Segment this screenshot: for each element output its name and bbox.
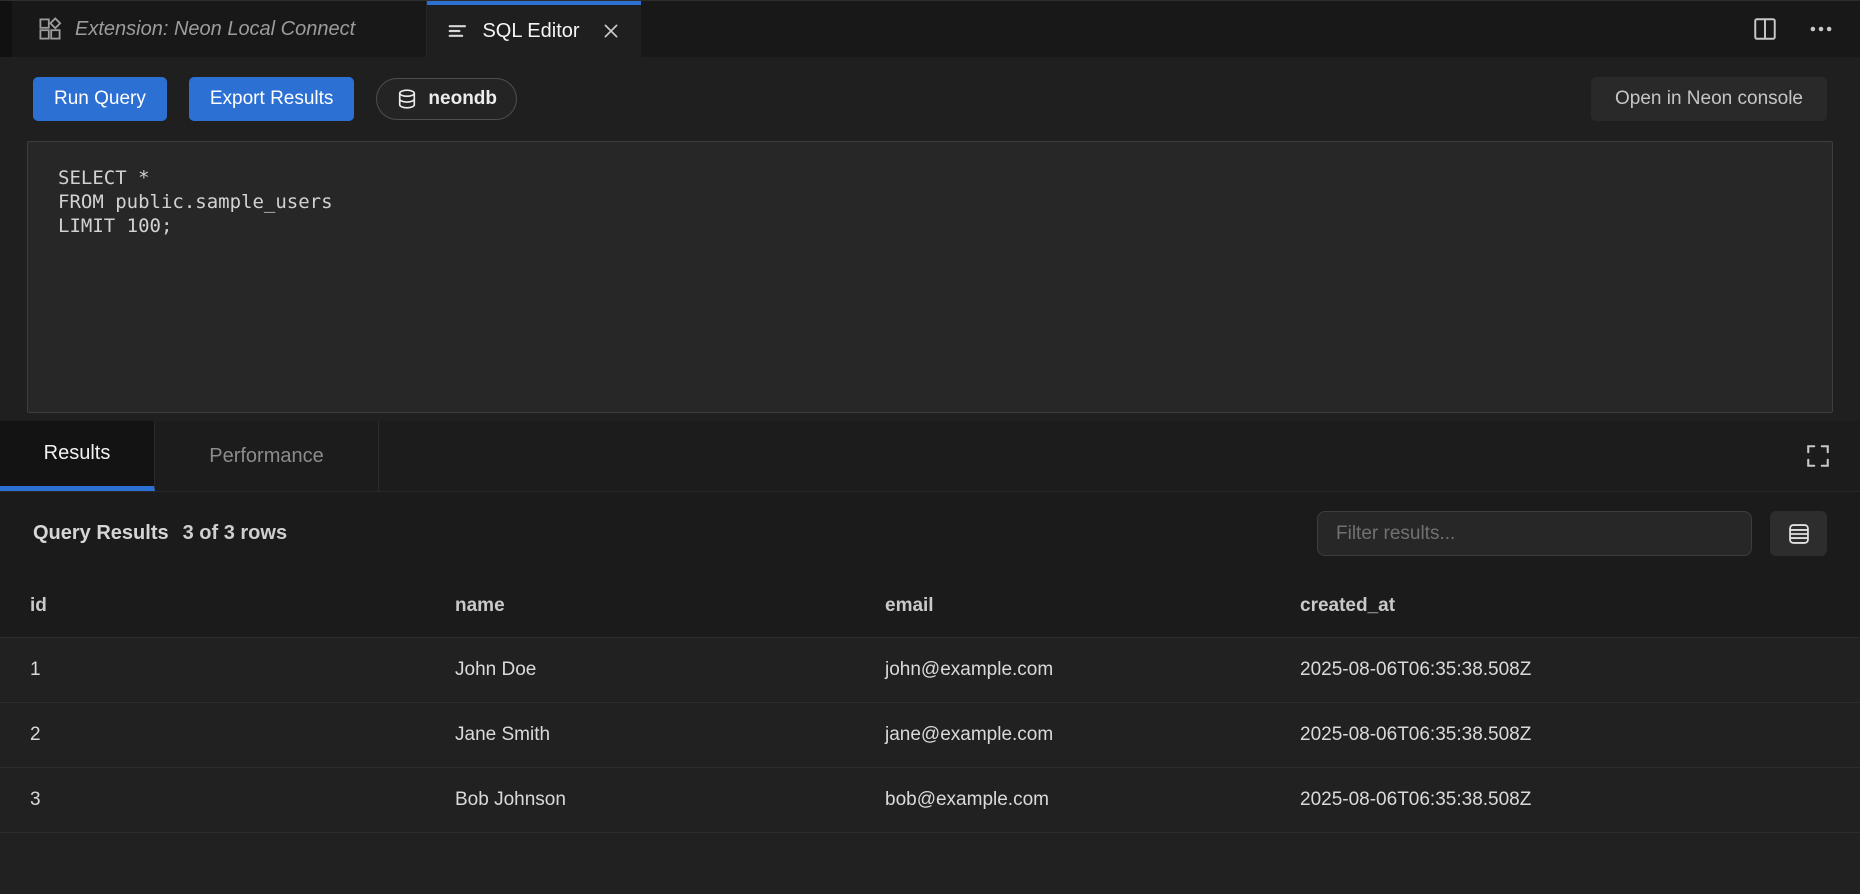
cell-created-at: 2025-08-06T06:35:38.508Z [1270, 767, 1860, 832]
results-tab-bar: Results Performance [0, 421, 1860, 492]
run-query-button[interactable]: Run Query [33, 77, 167, 121]
cell-name: Bob Johnson [425, 767, 855, 832]
cell-id: 1 [0, 637, 425, 702]
close-icon[interactable] [601, 21, 621, 41]
extensions-icon [38, 17, 62, 41]
rows-view-button[interactable] [1770, 511, 1827, 556]
cell-id: 2 [0, 702, 425, 767]
database-icon [396, 88, 418, 110]
list-icon [447, 20, 469, 42]
export-results-button[interactable]: Export Results [189, 77, 355, 121]
cell-name: Jane Smith [425, 702, 855, 767]
row-count-badge: 3 of 3 rows [183, 522, 287, 545]
open-neon-console-button[interactable]: Open in Neon console [1591, 77, 1827, 121]
tab-sql-editor[interactable]: SQL Editor [427, 1, 641, 57]
rows-view-icon [1786, 521, 1812, 547]
table-header-row: id name email created_at [0, 575, 1860, 637]
column-header-name: name [425, 575, 855, 637]
editor-tab-bar: Extension: Neon Local Connect SQL Editor [0, 0, 1860, 57]
filter-results-input[interactable] [1317, 511, 1752, 556]
query-results-title: Query Results [33, 522, 169, 545]
results-table: id name email created_at 1 John Doe john… [0, 575, 1860, 833]
cell-id: 3 [0, 767, 425, 832]
column-header-id: id [0, 575, 425, 637]
results-table-container: id name email created_at 1 John Doe john… [0, 575, 1860, 894]
split-editor-icon[interactable] [1752, 16, 1778, 42]
table-row[interactable]: 1 John Doe john@example.com 2025-08-06T0… [0, 637, 1860, 702]
query-toolbar: Run Query Export Results neondb Open in … [0, 57, 1860, 141]
database-name: neondb [428, 88, 497, 110]
tab-bar-actions [1752, 1, 1860, 57]
cell-email: bob@example.com [855, 767, 1270, 832]
sql-editor-area[interactable]: SELECT * FROM public.sample_users LIMIT … [27, 141, 1833, 413]
cell-email: john@example.com [855, 637, 1270, 702]
tab-label: SQL Editor [482, 20, 579, 43]
table-row[interactable]: 2 Jane Smith jane@example.com 2025-08-06… [0, 702, 1860, 767]
sql-line: FROM public.sample_users [58, 190, 1802, 214]
ellipsis-icon[interactable] [1808, 16, 1834, 42]
column-header-created-at: created_at [1270, 575, 1860, 637]
column-header-email: email [855, 575, 1270, 637]
cell-name: John Doe [425, 637, 855, 702]
tab-bar-gutter [0, 1, 12, 57]
tab-label: Extension: Neon Local Connect [75, 18, 355, 41]
results-panel: Results Performance Query Results 3 of 3… [0, 421, 1860, 894]
expand-icon[interactable] [1806, 444, 1830, 468]
query-results-header: Query Results 3 of 3 rows [0, 492, 1860, 575]
tab-performance[interactable]: Performance [155, 421, 379, 491]
tab-extension-neon-local-connect[interactable]: Extension: Neon Local Connect [12, 1, 427, 57]
tab-results[interactable]: Results [0, 421, 155, 491]
cell-created-at: 2025-08-06T06:35:38.508Z [1270, 702, 1860, 767]
sql-line: LIMIT 100; [58, 214, 1802, 238]
database-badge[interactable]: neondb [376, 78, 517, 120]
table-row[interactable]: 3 Bob Johnson bob@example.com 2025-08-06… [0, 767, 1860, 832]
cell-created-at: 2025-08-06T06:35:38.508Z [1270, 637, 1860, 702]
sql-line: SELECT * [58, 166, 1802, 190]
cell-email: jane@example.com [855, 702, 1270, 767]
